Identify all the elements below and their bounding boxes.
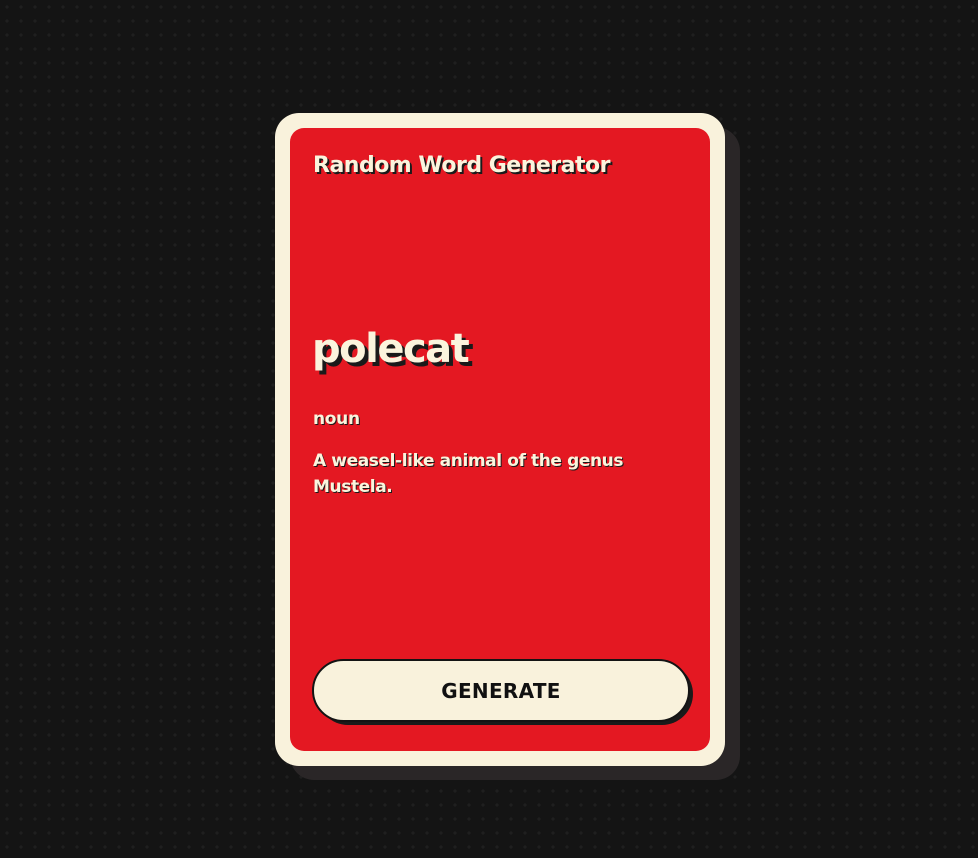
word-card-face: Random Word Generator polecat noun A wea…	[290, 128, 710, 751]
generated-word: polecat	[312, 326, 470, 372]
part-of-speech: noun	[313, 409, 360, 429]
word-definition: A weasel-like animal of the genus Mustel…	[313, 451, 624, 497]
app-title: Random Word Generator	[313, 153, 610, 178]
word-card: Random Word Generator polecat noun A wea…	[275, 113, 725, 766]
generate-button[interactable]: GENERATE	[312, 659, 690, 722]
